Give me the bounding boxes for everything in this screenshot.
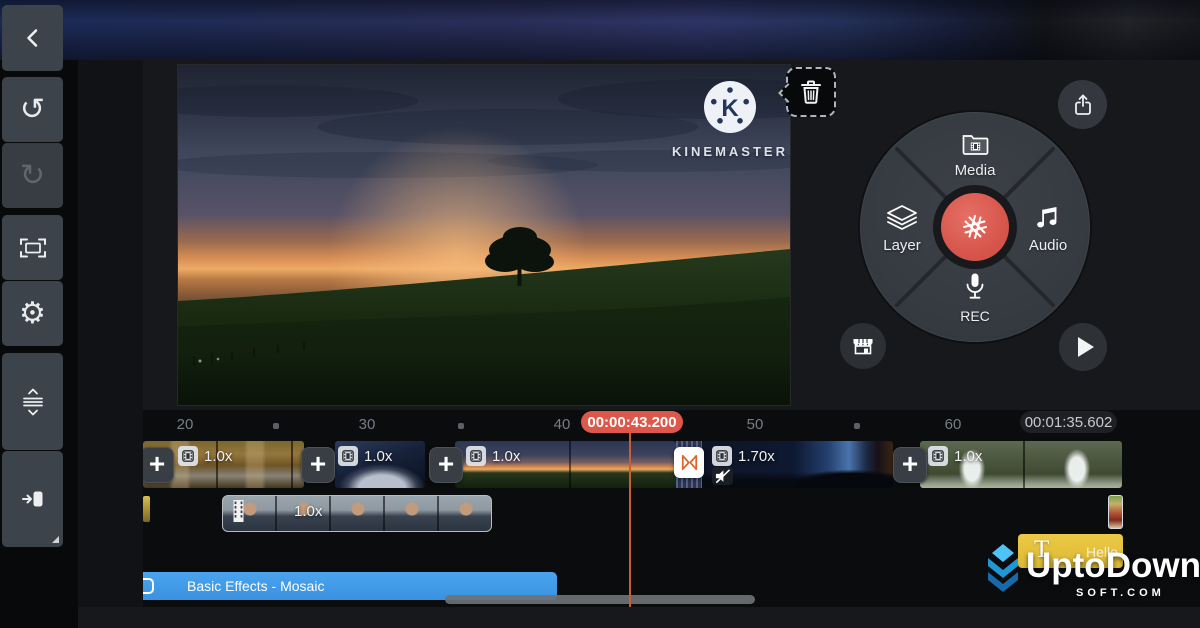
redo-button[interactable]: ↻ [2, 143, 63, 208]
overlay-video-clip[interactable]: 1.0x [222, 495, 492, 532]
control-wheel: Media Layer Audio [860, 112, 1090, 342]
video-clip-3[interactable]: 1.0x [455, 441, 676, 488]
wheel-audio-button[interactable]: Audio [1008, 205, 1088, 254]
wheel-layer-label: Layer [862, 237, 942, 254]
add-media-button[interactable]: + [893, 447, 927, 483]
filmstrip-icon [231, 500, 246, 522]
clip-speed-label: 1.0x [492, 448, 520, 465]
layer-icon [886, 205, 918, 231]
export-icon [1072, 93, 1094, 117]
gear-icon: ⚙ [19, 299, 46, 329]
svg-text:K: K [721, 95, 739, 122]
ruler-tick: 60 [945, 416, 962, 433]
add-media-button[interactable]: + [301, 447, 335, 483]
wheel-rec-label: REC [860, 308, 1090, 324]
video-clip-5[interactable]: 1.0x [920, 441, 1122, 488]
panel-resize-handle[interactable] [52, 536, 59, 543]
total-duration-display: 00:01:35.602 [1020, 411, 1117, 433]
muted-audio-icon [712, 467, 733, 485]
wheel-media-button[interactable]: Media [860, 133, 1090, 179]
back-chevron-icon [21, 26, 45, 50]
transition-button[interactable] [674, 447, 704, 478]
media-folder-icon [962, 133, 989, 156]
play-icon [1078, 337, 1094, 357]
ruler-tick: 20 [177, 416, 194, 433]
jump-to-end-icon [21, 489, 45, 509]
ruler-tick: 40 [554, 416, 571, 433]
wheel-layer-button[interactable]: Layer [862, 205, 942, 254]
clip-speed-label: 1.0x [294, 503, 322, 520]
back-button[interactable] [2, 5, 63, 71]
clip-speed-label: 1.0x [204, 448, 232, 465]
ruler-dot [854, 423, 860, 429]
play-button[interactable] [1059, 323, 1107, 371]
ruler-dot [273, 423, 279, 429]
project-settings-button[interactable]: ⚙ [2, 281, 63, 346]
clip-speed-label: 1.0x [364, 448, 392, 465]
asset-store-button[interactable] [840, 323, 886, 369]
effect-label: Basic Effects - Mosaic [187, 578, 324, 594]
undo-icon: ↺ [20, 95, 45, 125]
wheel-media-label: Media [860, 162, 1090, 179]
kinemaster-logo-icon: K [702, 79, 758, 135]
export-share-button[interactable] [1058, 80, 1107, 129]
add-media-button[interactable]: + [429, 447, 463, 483]
ruler-tick: 30 [359, 416, 376, 433]
film-badge-icon [928, 446, 948, 466]
ruler-tick: 50 [747, 416, 764, 433]
playhead[interactable] [629, 433, 631, 607]
video-clip-4[interactable]: 1.70x [702, 441, 893, 488]
capture-button[interactable] [941, 193, 1009, 261]
ruler-dot [458, 423, 464, 429]
timeline-expand-icon [20, 388, 46, 416]
sidebar [78, 60, 143, 607]
clip-edge-sliver [143, 496, 150, 522]
wheel-audio-label: Audio [1008, 237, 1088, 254]
video-preview[interactable]: K KINEMASTER [178, 65, 790, 405]
timeline-scrollbar[interactable] [445, 595, 755, 604]
redo-icon: ↻ [20, 161, 45, 191]
uptodown-subtitle: SOFT.COM [1076, 587, 1165, 599]
kinemaster-watermark-label: KINEMASTER [648, 144, 812, 159]
store-icon [851, 335, 875, 357]
uptodown-logo-icon [980, 544, 1026, 596]
audio-note-icon [1036, 205, 1060, 231]
clip-speed-label: 1.0x [954, 448, 982, 465]
trash-icon [800, 79, 822, 105]
film-badge-icon [178, 446, 198, 466]
expand-frame-icon [19, 237, 47, 259]
add-media-button[interactable]: + [140, 447, 174, 483]
shutter-aperture-icon [959, 211, 991, 243]
clip-speed-label: 1.70x [738, 448, 775, 465]
wheel-rec-button[interactable]: REC [860, 272, 1090, 324]
jump-to-end-button[interactable] [2, 451, 63, 547]
top-banner [0, 0, 1200, 60]
film-badge-icon [338, 446, 358, 466]
fit-preview-button[interactable] [2, 215, 63, 280]
delete-clip-button[interactable] [786, 67, 836, 117]
kinemaster-app: K KINEMASTER [0, 0, 1200, 628]
transition-icon [680, 453, 699, 472]
current-time-display: 00:00:43.200 [581, 411, 683, 433]
video-clip-2[interactable]: 1.0x [335, 441, 425, 488]
uptodown-title: UptoDown [1026, 546, 1200, 586]
image-layer-sliver[interactable] [1108, 495, 1123, 529]
film-badge-icon [466, 446, 486, 466]
undo-button[interactable]: ↺ [2, 77, 63, 142]
film-badge-icon [712, 446, 732, 466]
microphone-icon [964, 272, 986, 303]
timeline-expand-button[interactable] [2, 353, 63, 450]
uptodown-watermark: UptoDown SOFT.COM [980, 544, 1195, 604]
